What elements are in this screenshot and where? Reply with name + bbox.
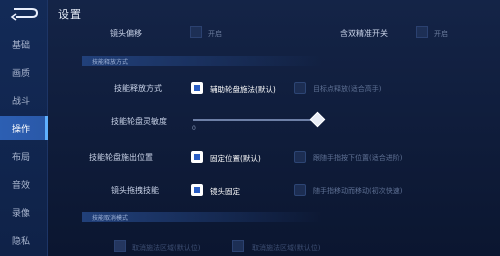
wheel-position-follow-label: 跟随手指按下位置(适合进阶) [313, 154, 403, 162]
sidebar-item-label: 战斗 [12, 96, 31, 107]
cast-mode-option-target-checkbox[interactable] [294, 82, 306, 94]
cancel-mode-option-left: 取消施法区域(默认位) [132, 244, 201, 252]
precision-switch-value: 开启 [434, 30, 448, 38]
wheel-sensitivity-handle[interactable] [309, 111, 326, 128]
cancel-mode-checkbox[interactable] [114, 240, 126, 252]
sidebar-item-label: 基础 [12, 40, 31, 51]
wheel-position-fixed-checkbox[interactable] [191, 151, 203, 163]
camera-offset-value: 开启 [208, 30, 222, 38]
cast-mode-option-target-label: 目标点释放(适合高手) [313, 85, 382, 93]
sidebar-item-battle[interactable]: 战斗 [0, 88, 48, 112]
lens-drag-label: 镜头拖拽技能 [111, 186, 159, 195]
precision-switch-toggle[interactable] [416, 26, 428, 38]
camera-offset-label: 镜头偏移 [110, 29, 142, 38]
wheel-sensitivity-label: 技能轮盘灵敏度 [111, 117, 167, 126]
cancel-mode-checkbox-right[interactable] [232, 240, 244, 252]
camera-offset-toggle[interactable] [190, 26, 202, 38]
sidebar-item-layout[interactable]: 布局 [0, 144, 48, 168]
settings-screen: 基础 画质 战斗 操作 布局 音效 录像 隐私 设置 镜头偏移 开启 含双精准开… [0, 0, 500, 256]
precision-switch-label: 含双精准开关 [340, 29, 388, 38]
cancel-mode-option-right: 取消施法区域(默认位) [252, 244, 321, 252]
wheel-position-follow-checkbox[interactable] [294, 151, 306, 163]
cast-mode-option-assist-checkbox[interactable] [191, 82, 203, 94]
back-button[interactable] [6, 4, 40, 22]
sidebar-item-privacy[interactable]: 隐私 [0, 228, 48, 252]
cast-mode-option-assist-label: 辅助轮盘施法(默认) [210, 85, 276, 94]
wheel-position-fixed-label: 固定位置(默认) [210, 154, 261, 163]
cast-mode-label: 技能释放方式 [114, 84, 162, 93]
sidebar-item-label: 音效 [12, 180, 31, 191]
sidebar-item-controls[interactable]: 操作 [0, 116, 48, 140]
lens-drag-fixed-label: 镜头固定 [210, 187, 240, 196]
lens-drag-move-label: 随手指移动而移动(初次快速) [313, 187, 403, 195]
lens-drag-move-checkbox[interactable] [294, 184, 306, 196]
slider-min-label: 0 [192, 125, 196, 132]
section-title-cancel: 技能取消模式 [92, 215, 129, 222]
sidebar-item-sound[interactable]: 音效 [0, 172, 48, 196]
sidebar-item-replay[interactable]: 录像 [0, 200, 48, 224]
sidebar-item-basic[interactable]: 基础 [0, 32, 48, 56]
sidebar-item-label: 画质 [12, 68, 31, 79]
page-title: 设置 [58, 8, 82, 21]
sidebar-item-label: 布局 [12, 152, 31, 163]
sidebar-item-label: 录像 [12, 208, 31, 219]
sidebar-item-label: 隐私 [12, 236, 31, 247]
sidebar-item-label: 操作 [12, 124, 31, 135]
wheel-sensitivity-slider[interactable] [193, 119, 317, 121]
sidebar: 基础 画质 战斗 操作 布局 音效 录像 隐私 [0, 0, 48, 256]
sidebar-item-graphics[interactable]: 画质 [0, 60, 48, 84]
section-title-cast: 技能释放方式 [92, 59, 129, 66]
back-arrow-icon [10, 8, 39, 21]
lens-drag-fixed-checkbox[interactable] [191, 184, 203, 196]
wheel-position-label: 技能轮盘施出位置 [89, 153, 153, 162]
